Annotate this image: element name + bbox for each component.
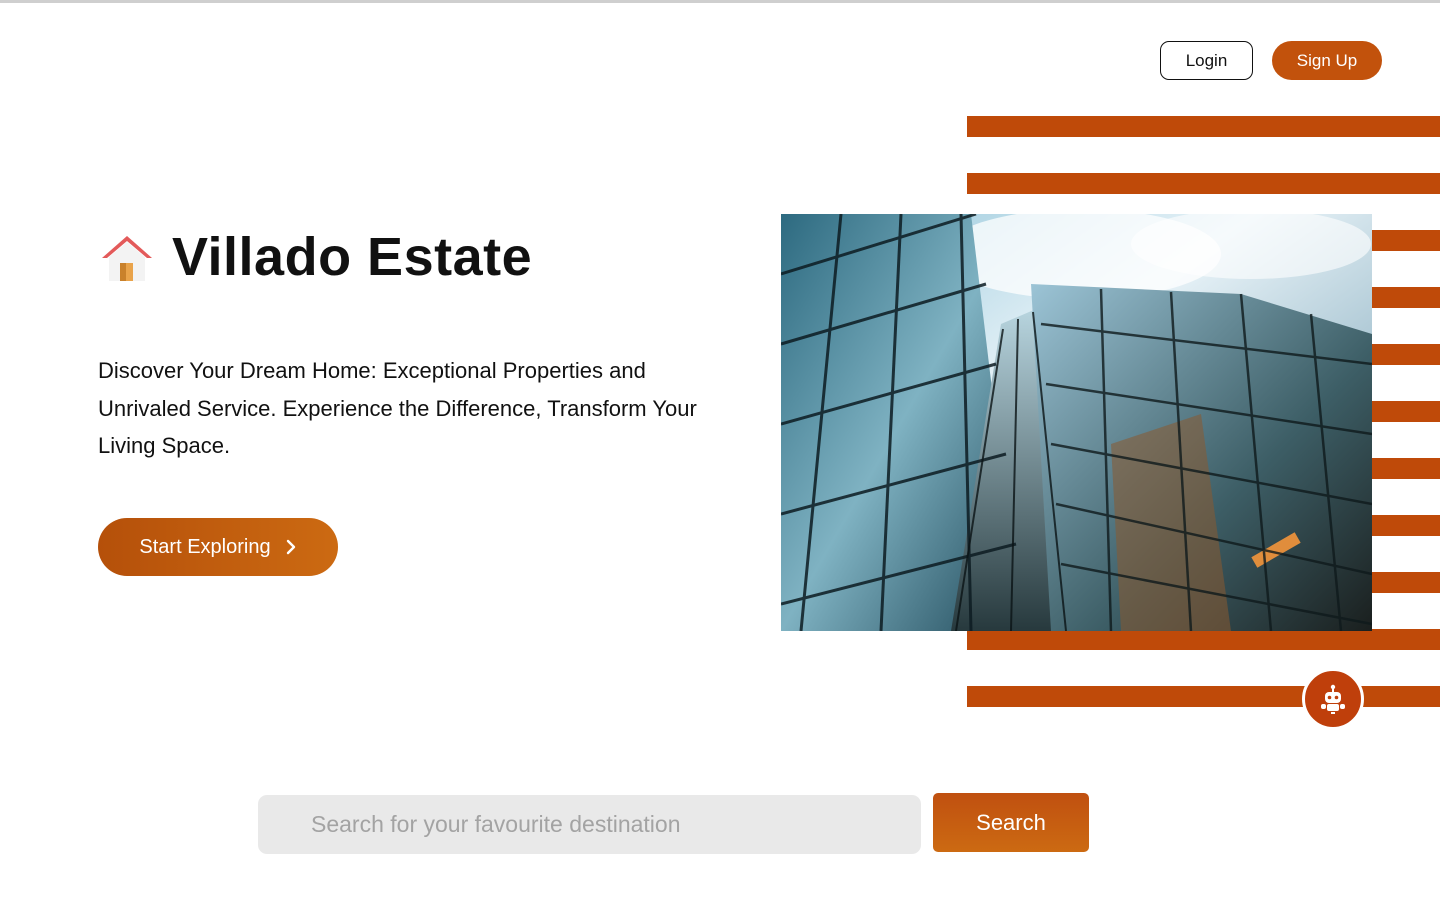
- page-title: Villado Estate: [172, 227, 533, 287]
- brand: Villado Estate: [98, 226, 532, 288]
- login-button[interactable]: Login: [1160, 41, 1253, 80]
- chatbot-button[interactable]: [1302, 668, 1364, 730]
- chevron-right-icon: [286, 539, 295, 555]
- search-button[interactable]: Search: [933, 793, 1089, 852]
- hero-tagline: Discover Your Dream Home: Exceptional Pr…: [98, 358, 697, 458]
- signup-button[interactable]: Sign Up: [1272, 41, 1382, 80]
- robot-icon: [1321, 684, 1345, 714]
- top-border: [0, 0, 1440, 3]
- search-input[interactable]: [258, 795, 921, 854]
- hero-building-image: [781, 214, 1372, 631]
- house-icon: [102, 236, 152, 281]
- start-exploring-label: Start Exploring: [139, 535, 271, 558]
- start-exploring-button[interactable]: Start Exploring: [98, 518, 338, 576]
